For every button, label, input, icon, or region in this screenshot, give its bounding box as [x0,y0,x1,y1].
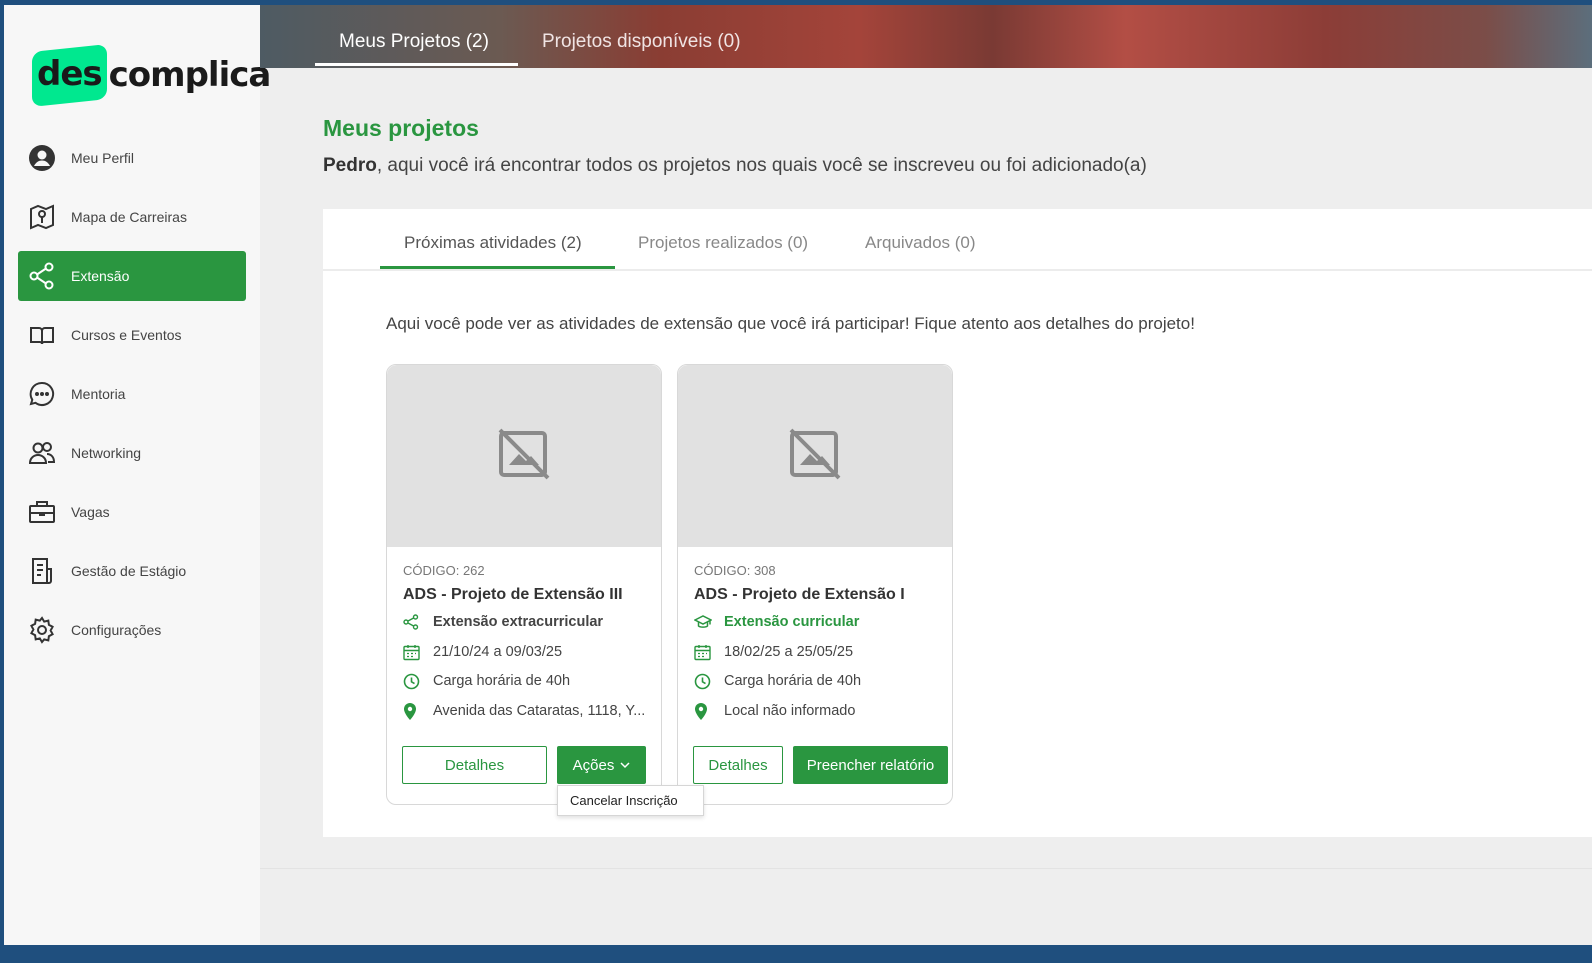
sidebar-item-label: Gestão de Estágio [71,563,187,579]
tab-proximas-atividades[interactable]: Próximas atividades (2) [404,233,582,253]
project-hours: Carga horária de 40h [694,672,861,690]
logo-text: complica [108,55,272,95]
top-banner: Meus Projetos (2) Projetos disponíveis (… [260,5,1592,68]
sidebar-item-cursos-e-eventos[interactable]: Cursos e Eventos [18,310,246,360]
project-card: CÓDIGO: 308 ADS - Projeto de Extensão I … [677,364,953,805]
user-circle-icon [28,144,56,172]
sidebar-item-label: Configurações [71,622,162,638]
active-tab-indicator [315,63,518,66]
app-window: des complica Meu Perfil Mapa de Carreira… [4,5,1592,945]
project-hours: Carga horária de 40h [403,672,570,690]
projects-panel: Próximas atividades (2) Projetos realiza… [323,209,1592,837]
clock-icon [694,672,714,690]
sidebar-item-gestao-de-estagio[interactable]: Gestão de Estágio [18,546,246,596]
sidebar-item-label: Mapa de Carreiras [71,209,187,225]
graduation-cap-icon [694,613,714,631]
sidebar-item-label: Cursos e Eventos [71,327,182,343]
sidebar-item-networking[interactable]: Networking [18,428,246,478]
project-location: Local não informado [694,702,855,720]
clock-icon [403,672,423,690]
tab-meus-projetos[interactable]: Meus Projetos (2) [339,31,489,53]
document-icon [28,557,56,585]
calendar-icon [694,643,714,661]
book-icon [28,321,56,349]
no-image-icon [788,427,842,486]
page-subtitle: Pedro, aqui você irá encontrar todos os … [323,155,1147,177]
gear-icon [28,616,56,644]
active-tab-indicator [380,266,615,269]
chat-bubble-icon [28,380,56,408]
chevron-down-icon [620,761,630,769]
project-dates-label: 21/10/24 a 09/03/25 [433,644,563,660]
details-button[interactable]: Detalhes [402,746,547,784]
sidebar: des complica Meu Perfil Mapa de Carreira… [4,5,271,945]
descomplica-logo[interactable]: des complica [32,43,272,107]
project-location-label: Local não informado [724,703,856,719]
footer-divider [260,868,1592,869]
sidebar-item-label: Extensão [71,268,130,284]
project-title: ADS - Projeto de Extensão I [694,586,905,603]
people-icon [28,439,56,467]
project-type-label: Extensão extracurricular [433,614,604,630]
project-location: Avenida das Cataratas, 1118, Y... [403,702,645,720]
sidebar-item-mentoria[interactable]: Mentoria [18,369,246,419]
project-dates-label: 18/02/25 a 25/05/25 [724,644,854,660]
project-dates: 21/10/24 a 09/03/25 [403,643,562,661]
tab-projetos-realizados[interactable]: Projetos realizados (0) [638,233,808,253]
project-type: Extensão curricular [694,613,859,631]
sidebar-item-configuracoes[interactable]: Configurações [18,605,246,655]
cancel-subscription-menu-item[interactable]: Cancelar Inscrição [557,785,704,816]
tab-arquivados[interactable]: Arquivados (0) [865,233,976,253]
sidebar-item-label: Mentoria [71,386,126,402]
share-icon [403,613,423,631]
project-title: ADS - Projeto de Extensão III [403,586,623,603]
project-card: CÓDIGO: 262 ADS - Projeto de Extensão II… [386,364,704,816]
project-dates: 18/02/25 a 25/05/25 [694,643,853,661]
project-code: CÓDIGO: 262 [403,563,485,578]
sidebar-item-label: Networking [71,445,142,461]
intro-text: Aqui você pode ver as atividades de exte… [386,314,1195,333]
project-hours-label: Carga horária de 40h [724,673,862,689]
details-button[interactable]: Detalhes [693,746,783,784]
tab-projetos-disponiveis[interactable]: Projetos disponíveis (0) [542,31,741,53]
panel-tabs: Próximas atividades (2) Projetos realiza… [323,209,1592,271]
subtitle-text: , aqui você irá encontrar todos os proje… [376,155,1147,176]
fill-report-button[interactable]: Preencher relatório [793,746,948,784]
location-pin-icon [694,702,714,720]
card-image-placeholder [387,365,661,547]
project-type-label: Extensão curricular [724,614,860,630]
sidebar-item-label: Vagas [71,504,110,520]
sidebar-item-meu-perfil[interactable]: Meu Perfil [18,133,246,183]
actions-button-label: Ações [572,756,615,774]
sidebar-nav: Meu Perfil Mapa de Carreiras Extensão Cu… [18,133,246,664]
project-location-label: Avenida das Cataratas, 1118, Y... [433,703,646,719]
project-type: Extensão extracurricular [403,613,603,631]
page-title: Meus projetos [323,115,479,141]
share-icon [28,262,56,290]
actions-dropdown-button[interactable]: Ações [557,746,646,784]
sidebar-item-vagas[interactable]: Vagas [18,487,246,537]
logo-badge-text: des [37,53,102,94]
card-image-placeholder [678,365,952,547]
project-hours-label: Carga horária de 40h [433,673,571,689]
briefcase-icon [28,498,56,526]
calendar-icon [403,643,423,661]
no-image-icon [497,427,551,486]
map-pin-icon [28,203,56,231]
sidebar-item-label: Meu Perfil [71,150,135,166]
project-code: CÓDIGO: 308 [694,563,776,578]
sidebar-item-extensao[interactable]: Extensão [18,251,246,301]
location-pin-icon [403,702,423,720]
user-name: Pedro [323,155,377,176]
sidebar-item-mapa-de-carreiras[interactable]: Mapa de Carreiras [18,192,246,242]
